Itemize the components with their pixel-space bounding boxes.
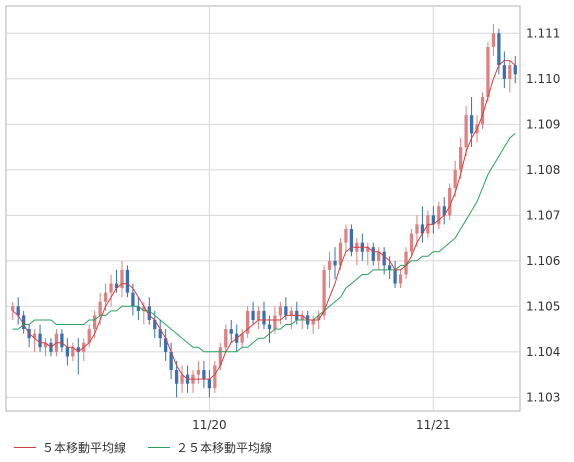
- candle-body: [486, 46, 490, 98]
- candle-body: [393, 269, 397, 284]
- candle-body: [284, 306, 288, 316]
- candle-body: [398, 274, 403, 284]
- y-tick-label: 1.105: [526, 299, 560, 313]
- candle-body: [224, 329, 228, 348]
- candle-body: [229, 329, 233, 334]
- candle-body: [387, 265, 392, 270]
- candle-body: [256, 310, 261, 320]
- candle-body: [267, 324, 272, 330]
- legend-label-ma5: ５本移動平均線: [42, 440, 127, 455]
- candle-body: [213, 365, 217, 389]
- candle-body: [289, 310, 293, 316]
- candle-body: [202, 370, 206, 380]
- candle-body: [125, 269, 130, 293]
- candle-body: [207, 379, 212, 389]
- candle-body: [60, 333, 64, 348]
- x-tick-label: 11/20: [192, 418, 227, 432]
- candle-body: [469, 115, 474, 134]
- candle-body: [109, 283, 113, 293]
- legend-item-ma5: ５本移動平均線: [14, 439, 126, 456]
- candle-body: [196, 370, 201, 375]
- candle-body: [513, 65, 517, 75]
- candle-body: [344, 228, 348, 243]
- candle-body: [311, 319, 315, 325]
- candle-body: [415, 224, 419, 234]
- candle-body: [502, 65, 506, 79]
- candle-body: [174, 370, 179, 384]
- x-tick-label: 11/21: [416, 418, 451, 432]
- y-tick-label: 1.110: [526, 72, 560, 86]
- candle-body: [464, 115, 468, 148]
- legend-label-ma25: ２５本移動平均線: [176, 440, 273, 455]
- candle-body: [491, 33, 496, 47]
- candle-body: [103, 292, 108, 302]
- legend-swatch-ma25: [148, 446, 171, 448]
- candle-body: [327, 260, 332, 270]
- candle-body: [131, 292, 135, 307]
- chart-canvas: 1.103 1.104 1.105 1.106 1.107 1.108 1.109 1.110…: [5, 5, 560, 432]
- chart-legend: ５本移動平均線 ２５本移動平均線: [14, 438, 294, 456]
- candle-body: [409, 233, 414, 252]
- candle-body: [437, 206, 441, 225]
- y-tick-label: 1.111: [526, 26, 560, 40]
- legend-swatch-ma5: [14, 446, 36, 448]
- y-tick-label: 1.109: [526, 117, 560, 131]
- y-tick-label: 1.104: [526, 345, 560, 359]
- y-tick-label: 1.108: [526, 163, 560, 177]
- candle-body: [11, 306, 15, 311]
- candle-body: [508, 65, 512, 79]
- candle-body: [448, 188, 452, 216]
- candle-body: [38, 333, 42, 348]
- candle-body: [98, 301, 102, 316]
- candle-body: [273, 315, 277, 330]
- candle-body: [371, 247, 375, 261]
- candle-body: [262, 310, 266, 325]
- candle-body: [382, 251, 386, 266]
- y-tick-label: 1.103: [526, 390, 560, 404]
- candle-body: [459, 147, 463, 170]
- candle-body: [453, 169, 457, 189]
- candle-body: [333, 260, 337, 266]
- candle-body: [251, 310, 255, 320]
- candle-body: [65, 347, 69, 357]
- fx-candlestick-chart: 30分足 1.1031.1041.1051.1061.1071.1081.109…: [0, 0, 574, 462]
- y-tick-label: 1.106: [526, 254, 560, 268]
- y-tick-label: 1.107: [526, 208, 560, 222]
- candle-body: [120, 269, 124, 289]
- candle-body: [497, 33, 501, 66]
- legend-item-ma25: ２５本移動平均線: [148, 439, 272, 456]
- candle-body: [93, 315, 97, 330]
- candle-body: [278, 306, 283, 316]
